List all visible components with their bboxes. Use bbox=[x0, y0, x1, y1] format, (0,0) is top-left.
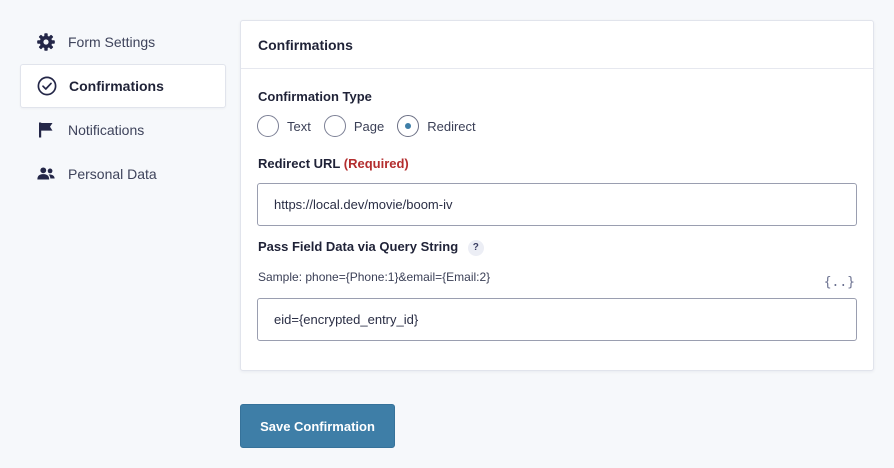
query-string-input[interactable]: eid={encrypted_entry_id} bbox=[257, 298, 857, 341]
radio-label: Text bbox=[287, 118, 311, 134]
sidebar-item-form-settings[interactable]: Form Settings bbox=[20, 20, 226, 64]
redirect-url-label: Redirect URL (Required) bbox=[258, 156, 409, 171]
query-string-label: Pass Field Data via Query String ? bbox=[258, 239, 484, 256]
required-indicator: (Required) bbox=[343, 156, 409, 171]
help-icon[interactable]: ? bbox=[467, 239, 484, 256]
redirect-url-input[interactable]: https://local.dev/movie/boom-iv bbox=[257, 183, 857, 226]
query-string-label-text: Pass Field Data via Query String bbox=[258, 239, 459, 254]
sidebar-item-notifications[interactable]: Notifications bbox=[20, 108, 226, 152]
save-confirmation-button[interactable]: Save Confirmation bbox=[240, 404, 395, 448]
panel-title: Confirmations bbox=[241, 21, 873, 69]
redirect-url-value: https://local.dev/movie/boom-iv bbox=[274, 197, 453, 212]
settings-sidebar: Form Settings Confirmations Notification… bbox=[20, 20, 226, 196]
sidebar-item-label: Personal Data bbox=[68, 166, 157, 182]
radio-page[interactable]: Page bbox=[323, 115, 385, 137]
users-icon bbox=[36, 164, 56, 184]
check-circle-icon bbox=[37, 76, 57, 96]
radio-circle[interactable] bbox=[257, 115, 279, 137]
sidebar-item-confirmations[interactable]: Confirmations bbox=[20, 64, 226, 108]
sidebar-item-label: Notifications bbox=[68, 122, 145, 138]
redirect-url-label-text: Redirect URL bbox=[258, 156, 341, 171]
confirmation-type-label: Confirmation Type bbox=[258, 89, 372, 104]
confirmation-type-radio-group: Text Page Redirect bbox=[257, 115, 489, 137]
radio-label: Redirect bbox=[427, 118, 476, 134]
query-string-sample: Sample: phone={Phone:1}&email={Email:2} bbox=[258, 270, 491, 284]
sidebar-item-personal-data[interactable]: Personal Data bbox=[20, 152, 226, 196]
sidebar-item-label: Form Settings bbox=[68, 34, 156, 50]
radio-label: Page bbox=[353, 118, 385, 134]
flag-icon bbox=[36, 120, 56, 140]
confirmations-panel: Confirmations Confirmation Type Text Pag… bbox=[240, 20, 874, 371]
radio-redirect[interactable]: Redirect bbox=[397, 115, 476, 137]
radio-circle-selected[interactable] bbox=[397, 115, 420, 137]
radio-circle[interactable] bbox=[323, 115, 346, 137]
gear-icon bbox=[36, 32, 56, 52]
merge-tag-icon[interactable]: {..} bbox=[824, 275, 855, 290]
radio-text[interactable]: Text bbox=[257, 115, 311, 137]
sidebar-item-label: Confirmations bbox=[69, 78, 164, 94]
query-string-value: eid={encrypted_entry_id} bbox=[274, 312, 419, 327]
